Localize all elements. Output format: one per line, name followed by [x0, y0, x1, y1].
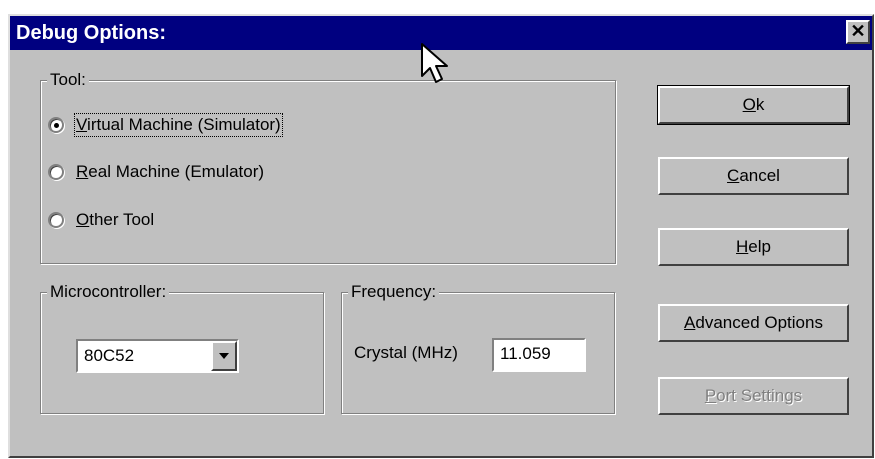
- radio-label-other-tool[interactable]: Other Tool: [76, 210, 154, 230]
- cancel-button[interactable]: Cancel: [658, 157, 849, 195]
- radio-other-tool[interactable]: Other Tool: [48, 205, 154, 235]
- radio-selected-dot: [54, 123, 59, 128]
- crystal-frequency-input[interactable]: 11.059: [492, 338, 586, 372]
- mouse-pointer-icon: [421, 43, 448, 83]
- chevron-down-icon: [219, 353, 229, 359]
- dropdown-button[interactable]: [211, 341, 237, 371]
- close-button[interactable]: ✕: [846, 20, 870, 44]
- microcontroller-group-title: Microcontroller:: [47, 281, 170, 303]
- advanced-options-button-label: Advanced Options: [684, 313, 823, 332]
- debug-options-dialog: Debug Options: ✕ Tool: Virtual Machine (…: [8, 14, 874, 458]
- microcontroller-select[interactable]: 80C52: [76, 339, 239, 373]
- ok-button-label: Ok: [742, 95, 765, 114]
- close-icon: ✕: [850, 21, 866, 41]
- tool-group-title: Tool:: [47, 69, 89, 91]
- radio-label-real-machine[interactable]: Real Machine (Emulator): [76, 162, 264, 182]
- microcontroller-value: 80C52: [84, 346, 135, 365]
- radio-real-machine[interactable]: Real Machine (Emulator): [48, 157, 264, 187]
- frequency-group-title: Frequency:: [348, 281, 440, 303]
- advanced-options-button[interactable]: Advanced Options: [658, 304, 849, 342]
- port-settings-button: Port Settings: [658, 377, 849, 415]
- ok-button[interactable]: Ok: [657, 85, 850, 125]
- radio-button[interactable]: [48, 212, 64, 228]
- crystal-label: Crystal (MHz): [354, 343, 458, 362]
- radio-button[interactable]: [48, 164, 64, 180]
- radio-button[interactable]: [48, 117, 64, 133]
- help-button[interactable]: Help: [658, 228, 849, 266]
- cancel-button-label: Cancel: [727, 166, 780, 185]
- radio-label-virtual-machine[interactable]: Virtual Machine (Simulator): [74, 113, 283, 137]
- dialog-title: Debug Options:: [16, 22, 166, 44]
- radio-virtual-machine[interactable]: Virtual Machine (Simulator): [48, 110, 283, 140]
- port-settings-button-label: Port Settings: [704, 386, 803, 405]
- help-button-label: Help: [736, 237, 771, 256]
